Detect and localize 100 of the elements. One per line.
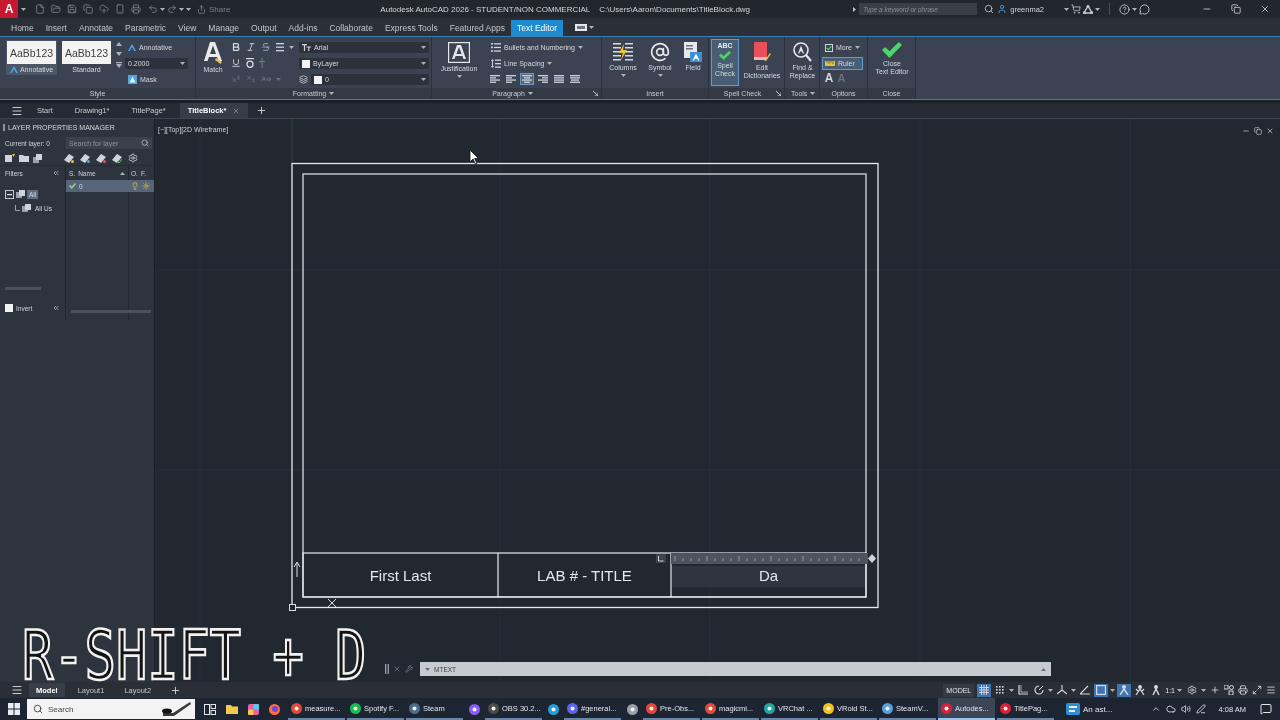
circle-dot-icon[interactable] <box>468 703 480 715</box>
menu-icon[interactable] <box>11 104 23 117</box>
collapse-icon[interactable] <box>52 304 60 312</box>
ribbon-tab[interactable]: Home <box>5 20 40 36</box>
text-edit-field[interactable]: Da <box>672 566 865 587</box>
caret-icon[interactable] <box>854 46 860 49</box>
folder-icon[interactable] <box>19 154 29 162</box>
plus-icon[interactable] <box>1210 685 1220 695</box>
ribbon-tab[interactable]: Add-ins <box>282 20 324 36</box>
align-button[interactable] <box>536 73 550 85</box>
caret-icon[interactable] <box>1095 7 1100 11</box>
ribbon-tab[interactable]: Annotate <box>72 20 119 36</box>
grip-handle-icon[interactable] <box>3 123 5 131</box>
wrench-icon[interactable] <box>405 665 413 673</box>
speaker-icon[interactable] <box>1181 704 1192 714</box>
search-icon[interactable] <box>984 4 995 14</box>
ribbon-tab[interactable]: Featured Apps <box>443 20 511 36</box>
caret-icon[interactable] <box>21 7 26 11</box>
corner-box-icon[interactable] <box>656 554 666 563</box>
status-toggle[interactable] <box>1078 683 1093 697</box>
underline-icon[interactable] <box>231 58 241 68</box>
align-button[interactable] <box>504 73 518 85</box>
caret-icon[interactable] <box>620 74 626 78</box>
scroll-down-icon[interactable] <box>116 52 122 56</box>
status-toggle[interactable] <box>1117 683 1132 697</box>
caret-icon[interactable] <box>1064 7 1069 11</box>
grip-handle-icon[interactable] <box>385 664 389 674</box>
minus-box-icon[interactable] <box>5 189 14 199</box>
circle-dot-icon[interactable] <box>547 703 559 715</box>
caret-icon[interactable] <box>1048 688 1054 692</box>
caret-icon[interactable] <box>1177 688 1182 692</box>
shapes-icon[interactable] <box>1224 685 1234 695</box>
caret-icon[interactable] <box>853 6 857 12</box>
app-logo[interactable]: A <box>0 0 18 18</box>
bold-icon[interactable] <box>231 42 241 52</box>
ribbon-tab[interactable]: Express Tools <box>378 20 444 36</box>
collapse-icon[interactable] <box>52 169 60 177</box>
cloud-upload-icon[interactable] <box>99 4 109 14</box>
status-toggle[interactable] <box>1094 683 1109 697</box>
grip-icon[interactable] <box>289 604 296 611</box>
caret-icon[interactable] <box>1110 688 1116 692</box>
help-icon[interactable] <box>1119 3 1130 15</box>
restore-icon[interactable] <box>1231 4 1241 14</box>
ribbon-tab[interactable]: Parametric <box>119 20 173 36</box>
scroll-up-icon[interactable] <box>116 42 122 46</box>
share-icon[interactable] <box>197 4 206 14</box>
sheet-check-icon[interactable] <box>112 153 122 163</box>
caret-icon[interactable] <box>120 171 125 175</box>
caret-icon[interactable] <box>527 92 533 95</box>
sheet-flag-icon[interactable] <box>5 154 15 162</box>
caret-icon[interactable] <box>1132 7 1137 11</box>
pen-icon[interactable] <box>1196 704 1207 714</box>
triangle-nodes-icon[interactable] <box>1083 4 1093 14</box>
caret-icon[interactable] <box>1071 688 1077 692</box>
ringed-circle-icon[interactable] <box>269 703 280 715</box>
settings-icon[interactable] <box>128 153 138 163</box>
overline-icon[interactable] <box>246 58 254 68</box>
circle-dot-icon[interactable] <box>626 703 638 715</box>
settings-icon[interactable] <box>1187 685 1197 695</box>
restore-icon[interactable] <box>1254 127 1262 135</box>
caret-icon[interactable] <box>160 7 165 11</box>
caret-icon[interactable] <box>1201 688 1206 692</box>
copy-icon[interactable] <box>83 4 93 14</box>
search-icon[interactable] <box>33 704 43 714</box>
caret-icon[interactable] <box>421 78 426 81</box>
strikethrough-icon[interactable] <box>261 42 271 52</box>
printer-icon[interactable] <box>131 4 141 14</box>
caret-icon[interactable] <box>289 45 294 49</box>
caret-icon[interactable] <box>1009 688 1015 692</box>
align-button[interactable] <box>488 73 502 85</box>
layers-icon[interactable] <box>299 75 308 84</box>
task-view-icon[interactable] <box>204 703 216 715</box>
caret-icon[interactable] <box>456 75 462 79</box>
checkbox[interactable] <box>5 304 13 312</box>
ribbon-tab[interactable]: Insert <box>39 20 73 36</box>
chat-icon[interactable] <box>1139 3 1150 15</box>
status-toggle[interactable] <box>1055 683 1070 697</box>
diagonal-arrow-icon[interactable] <box>593 91 598 96</box>
tiles-icon[interactable] <box>248 703 259 715</box>
caret-icon[interactable] <box>589 25 595 29</box>
caret-icon[interactable] <box>657 74 663 78</box>
ribbon-tab[interactable]: Text Editor <box>511 20 564 36</box>
italic-icon[interactable] <box>246 42 256 52</box>
search-field[interactable]: Search <box>27 699 195 719</box>
ribbon-tab[interactable]: Collaborate <box>323 20 379 36</box>
close-icon[interactable] <box>1260 4 1270 14</box>
caret-icon[interactable] <box>421 46 426 49</box>
caret-icon[interactable] <box>547 62 553 65</box>
align-button[interactable] <box>520 73 534 85</box>
new-layout-icon[interactable] <box>170 684 182 696</box>
new-tab-icon[interactable] <box>256 105 268 116</box>
chevron-up-icon[interactable] <box>1151 704 1162 714</box>
menu-icon[interactable] <box>11 684 23 696</box>
caret-icon[interactable] <box>810 92 816 95</box>
caret-icon[interactable] <box>180 62 185 65</box>
user-icon[interactable] <box>997 4 1008 14</box>
save-icon[interactable] <box>67 4 77 14</box>
ribbon-tab[interactable]: Output <box>245 20 283 36</box>
folder-icon[interactable] <box>226 704 238 714</box>
windows-logo-icon[interactable] <box>8 703 20 715</box>
